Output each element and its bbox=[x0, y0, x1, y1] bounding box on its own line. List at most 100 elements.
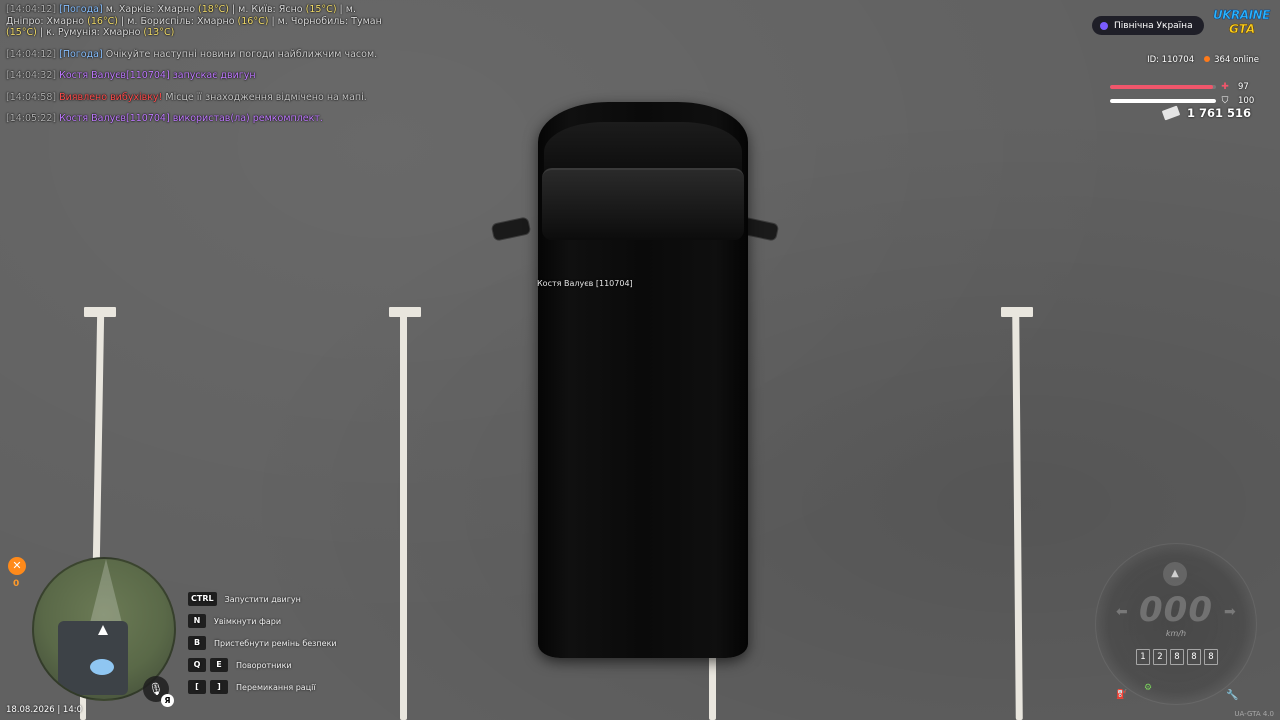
hint-row: N Увімкнути фари bbox=[188, 610, 337, 632]
region-icon bbox=[1100, 21, 1108, 30]
chat-time: [14:04:58] bbox=[6, 91, 57, 103]
temperature: (16°C) bbox=[87, 15, 119, 27]
chat-text: м. Харків: Хмарно bbox=[102, 4, 199, 15]
health-value: 97 bbox=[1238, 82, 1249, 92]
speedometer: ▲ ⬅ ➡ 000 km/h 1 2 8 8 8 ⛽ ⚙ 🔧 bbox=[1095, 543, 1257, 705]
chat-line: [14:04:32] Костя Валуєв[110704] запускає… bbox=[6, 70, 396, 82]
lane-marking bbox=[709, 652, 716, 720]
chat-line: [14:05:22] Костя Валуєв[110704] використ… bbox=[6, 113, 396, 125]
chat-text: | к. Румунія: Хмарно bbox=[36, 27, 144, 38]
chat-tag: [Погода] bbox=[59, 4, 103, 15]
odometer-digit: 8 bbox=[1204, 649, 1218, 665]
chat-time: [14:04:12] bbox=[6, 48, 57, 60]
health-fill bbox=[1110, 85, 1213, 89]
chat-text: Місце її знаходження відмічено на мапі. bbox=[162, 91, 367, 103]
van-windshield bbox=[542, 168, 744, 240]
lane-marking bbox=[1012, 311, 1023, 720]
logo-text-bottom: GTA bbox=[1229, 22, 1256, 37]
temperature: (15°C) bbox=[305, 4, 337, 15]
armor-fill bbox=[1110, 99, 1216, 103]
online-count: 364 online bbox=[1204, 55, 1259, 65]
van-body bbox=[538, 102, 748, 658]
engine-icon: ⚙ bbox=[1144, 683, 1153, 693]
hint-label: Перемикання рації bbox=[236, 682, 316, 692]
player-id-row: ID: 110704 364 online bbox=[1147, 55, 1259, 65]
chat-text: Костя Валуєв[110704] використав(ла) ремк… bbox=[56, 113, 323, 124]
hint-label: Запустити двигун bbox=[224, 594, 301, 604]
armor-shield-icon: ⛉ bbox=[1221, 96, 1229, 106]
armor-bar: ⛉ 100 bbox=[1110, 96, 1254, 106]
lane-marking bbox=[92, 311, 105, 563]
hint-row: QE Поворотники bbox=[188, 654, 337, 676]
speed-unit: km/h bbox=[1165, 629, 1187, 638]
repair-kit-icon: ✕ bbox=[8, 557, 26, 575]
odometer-digit: 8 bbox=[1187, 649, 1201, 665]
server-logo: UKRAINE GTA bbox=[1213, 8, 1271, 40]
version-label: UA-GTA 4.0 bbox=[1234, 710, 1274, 718]
odometer-digit: 2 bbox=[1153, 649, 1167, 665]
hint-row: [] Перемикання рації bbox=[188, 676, 337, 698]
region-badge: Північна Україна bbox=[1092, 16, 1204, 35]
chat-text: Костя Валуєв[110704] запускає двигун bbox=[56, 70, 256, 81]
chat-text: Очікуйте наступні новини погоди найближч… bbox=[102, 48, 378, 60]
hint-label: Увімкнути фари bbox=[214, 616, 282, 626]
date-time: 18.08.2026 | 14:0 bbox=[6, 705, 83, 715]
key-cap: E bbox=[210, 658, 228, 672]
wrench-icon: 🔧 bbox=[1226, 690, 1239, 701]
temperature: (13°C) bbox=[143, 27, 175, 38]
speed-value: 000 bbox=[1139, 590, 1213, 630]
player-name-tag: Костя Валуєв [110704] bbox=[537, 279, 633, 288]
region-name: Північна Україна bbox=[1114, 20, 1193, 31]
key-cap: N bbox=[188, 614, 206, 628]
money-display: 1 761 516 bbox=[1161, 105, 1251, 121]
key-cap: [ bbox=[188, 680, 206, 694]
key-cap: CTRL bbox=[188, 592, 217, 606]
chat-tag: [Погода] bbox=[59, 48, 103, 60]
money-amount: 1 761 516 bbox=[1186, 106, 1251, 120]
hint-row: CTRL Запустити двигун bbox=[188, 588, 337, 610]
chat-time: [14:04:32] bbox=[6, 70, 57, 81]
chat-time: [14:05:22] bbox=[6, 113, 57, 124]
temperature: (15°C) bbox=[6, 27, 37, 38]
player-id: ID: 110704 bbox=[1147, 55, 1195, 65]
health-cross-icon: ✚ bbox=[1221, 82, 1229, 92]
player-arrow-icon bbox=[98, 625, 108, 635]
minimap-building bbox=[58, 621, 128, 695]
player-van bbox=[490, 102, 780, 658]
logo-text-top: UKRAINE bbox=[1213, 8, 1271, 23]
online-dot-icon bbox=[1204, 56, 1211, 62]
hint-label: Пристебнути ремінь безпеки bbox=[214, 638, 337, 648]
minimap-water bbox=[90, 659, 114, 675]
odometer-digit: 8 bbox=[1170, 649, 1184, 665]
armor-track bbox=[1110, 99, 1216, 103]
chat-alert: Виявлено вибухівку! bbox=[56, 91, 163, 103]
repair-kit-count: 0 bbox=[13, 579, 20, 589]
language-badge: Я bbox=[161, 694, 174, 707]
lane-marking bbox=[400, 312, 407, 720]
chat-text: | м. Київ: Ясно bbox=[228, 4, 306, 15]
chat-line: [14:04:58] Виявлено вибухівку! Місце її … bbox=[6, 92, 396, 104]
health-track bbox=[1110, 85, 1216, 89]
key-cap: B bbox=[188, 636, 206, 650]
chat-line: [14:04:12] [Погода] м. Харків: Хмарно (1… bbox=[6, 4, 396, 39]
health-bar: ✚ 97 bbox=[1110, 82, 1249, 92]
left-mirror bbox=[490, 216, 532, 242]
chat-text: | м. Чорнобиль: Туман bbox=[268, 15, 382, 27]
temperature: (18°C) bbox=[198, 4, 229, 15]
cruise-up-icon: ▲ bbox=[1163, 562, 1187, 586]
key-cap: ] bbox=[210, 680, 228, 694]
fuel-icon: ⛽ bbox=[1116, 690, 1128, 700]
chat-line: [14:04:12] [Погода] Очікуйте наступні но… bbox=[6, 49, 396, 61]
chat-text: | м. Бориспіль: Хмарно bbox=[118, 15, 238, 27]
key-cap: Q bbox=[188, 658, 206, 672]
chat-time: [14:04:12] bbox=[6, 4, 57, 15]
temperature: (16°C) bbox=[237, 15, 269, 27]
online-text: 364 online bbox=[1214, 55, 1259, 65]
hint-label: Поворотники bbox=[236, 660, 292, 670]
odometer-digit: 1 bbox=[1136, 649, 1150, 665]
cash-icon bbox=[1161, 105, 1181, 121]
odometer: 1 2 8 8 8 bbox=[1136, 649, 1218, 665]
key-hints: CTRL Запустити двигун N Увімкнути фари B… bbox=[188, 588, 337, 698]
chat-log: [14:04:12] [Погода] м. Харків: Хмарно (1… bbox=[6, 4, 396, 135]
armor-value: 100 bbox=[1238, 96, 1255, 106]
